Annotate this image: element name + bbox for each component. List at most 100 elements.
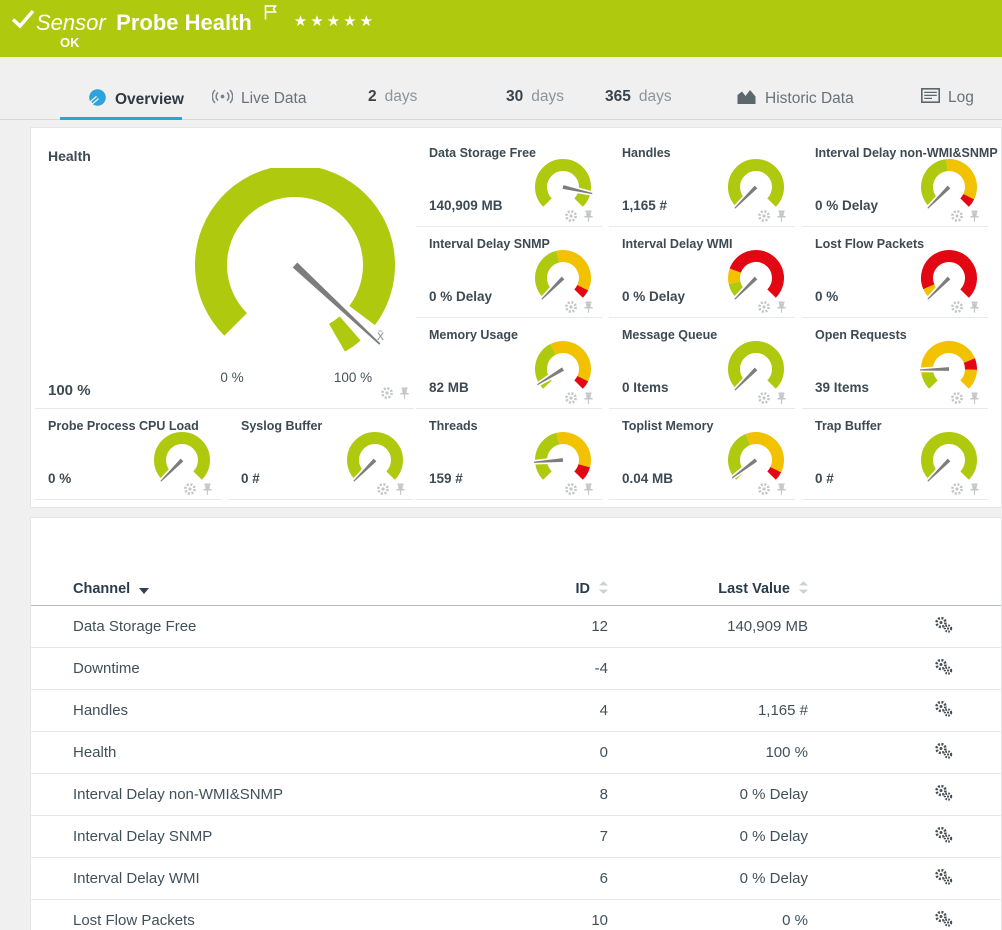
- channel-settings-gear-icon[interactable]: [933, 867, 954, 890]
- channel-settings-gear-icon[interactable]: [933, 825, 954, 848]
- gauge-title: Lost Flow Packets: [815, 237, 924, 251]
- gauge-value: 39 Items: [815, 380, 869, 395]
- sensor-header: Sensor Probe Health ★★★★★ OK: [0, 0, 1002, 57]
- tab-label: Log: [948, 89, 974, 107]
- tab-log[interactable]: Log: [921, 88, 974, 108]
- gauge-value: 0 % Delay: [815, 198, 878, 213]
- gauge-dial: [727, 338, 787, 398]
- channel-id: 8: [533, 786, 608, 803]
- gauge-title: Threads: [429, 419, 478, 433]
- gauge-actions[interactable]: [757, 482, 787, 496]
- gauge-value: 0 #: [241, 471, 260, 486]
- column-header-channel[interactable]: Channel: [31, 581, 533, 598]
- channel-id: -4: [533, 660, 608, 677]
- channel-id: 4: [533, 702, 608, 719]
- channel-name[interactable]: Interval Delay non-WMI&SNMP: [31, 786, 533, 803]
- gauge-actions[interactable]: [757, 391, 787, 405]
- gauge-actions[interactable]: [950, 209, 980, 223]
- channel-name[interactable]: Downtime: [31, 660, 533, 677]
- gauge-actions[interactable]: [757, 300, 787, 314]
- table-row: Interval Delay non-WMI&SNMP80 % Delay: [31, 774, 1001, 816]
- gauge-value: 100 %: [48, 382, 91, 399]
- table-row: Handles41,165 #: [31, 690, 1001, 732]
- channel-settings-gear-icon[interactable]: [933, 699, 954, 722]
- gauge-value: 0 %: [815, 289, 838, 304]
- gauge-value: 0 #: [815, 471, 834, 486]
- tab-365-days[interactable]: 365 days: [605, 88, 672, 106]
- gauge-value: 159 #: [429, 471, 463, 486]
- tab-label: Live Data: [241, 90, 306, 108]
- gauge-value: 140,909 MB: [429, 198, 503, 213]
- gauge-value: 0 Items: [622, 380, 669, 395]
- gauge-dial: [153, 429, 213, 489]
- gauge-actions[interactable]: [950, 482, 980, 496]
- tab-overview[interactable]: Overview: [88, 88, 184, 112]
- channel-name[interactable]: Health: [31, 744, 533, 761]
- priority-stars[interactable]: ★★★★★: [294, 13, 376, 30]
- sort-toggle-icon: [599, 581, 608, 598]
- channel-settings-gear-icon[interactable]: [933, 741, 954, 764]
- table-row: Downtime-4: [31, 648, 1001, 690]
- gauge-card-interval-delay-wmi: Interval Delay WMI0 % Delay: [609, 227, 795, 318]
- tab-live-data[interactable]: Live Data: [212, 88, 306, 110]
- gauge-title: Memory Usage: [429, 328, 518, 342]
- gauge-actions[interactable]: [564, 209, 594, 223]
- table-row: Data Storage Free12140,909 MB: [31, 606, 1001, 648]
- gauge-dial: [534, 156, 594, 216]
- gauge-title: Interval Delay WMI: [622, 237, 732, 251]
- channel-settings-gear-icon[interactable]: [933, 657, 954, 680]
- column-header-id[interactable]: ID: [533, 581, 608, 598]
- gauge-actions[interactable]: [950, 391, 980, 405]
- channel-name[interactable]: Handles: [31, 702, 533, 719]
- channel-last-value: 140,909 MB: [608, 618, 808, 635]
- channel-name[interactable]: Interval Delay WMI: [31, 870, 533, 887]
- channel-settings-gear-icon[interactable]: [933, 615, 954, 638]
- gauge-actions[interactable]: [564, 391, 594, 405]
- gauge-value: 82 MB: [429, 380, 469, 395]
- status-badge: OK: [60, 35, 80, 50]
- gauge-dial: [534, 247, 594, 307]
- column-header-last-value[interactable]: Last Value: [608, 581, 808, 598]
- health-gauge: x̄: [110, 168, 430, 383]
- gauge-title: Health: [48, 148, 91, 164]
- channel-name[interactable]: Interval Delay SNMP: [31, 828, 533, 845]
- gauge-card-data-storage-free: Data Storage Free140,909 MB: [416, 136, 602, 227]
- gauge-card-probe-process-cpu-load: Probe Process CPU Load0 %: [35, 409, 221, 500]
- gauge-actions[interactable]: [757, 209, 787, 223]
- tab-historic-data[interactable]: Historic Data: [736, 88, 854, 110]
- channel-name[interactable]: Data Storage Free: [31, 618, 533, 635]
- gauge-value: 0.04 MB: [622, 471, 673, 486]
- gauge-actions[interactable]: [183, 482, 213, 496]
- channel-settings-gear-icon[interactable]: [933, 783, 954, 806]
- gauge-dial: [920, 156, 980, 216]
- channels-table-panel: Channel ID Last Value: [30, 517, 1002, 930]
- table-header-row: Channel ID Last Value: [31, 574, 1001, 606]
- gauge-card-toplist-memory: Toplist Memory0.04 MB: [609, 409, 795, 500]
- flag-icon[interactable]: [264, 4, 277, 25]
- channel-id: 6: [533, 870, 608, 887]
- tab-bar: Overview Live Data 2 days 30 days 365 da…: [0, 57, 1002, 120]
- gauge-title: Syslog Buffer: [241, 419, 322, 433]
- gauge-actions[interactable]: [564, 482, 594, 496]
- gauge-max-label: 100 %: [323, 370, 383, 385]
- gauge-dial: [920, 247, 980, 307]
- channel-name[interactable]: Lost Flow Packets: [31, 912, 533, 929]
- channel-settings-gear-icon[interactable]: [933, 909, 954, 930]
- gauge-title: Handles: [622, 146, 671, 160]
- table-row: Lost Flow Packets100 %: [31, 900, 1001, 930]
- gauge-card-lost-flow-packets: Lost Flow Packets 0 %: [802, 227, 988, 318]
- channel-last-value: 0 % Delay: [608, 786, 808, 803]
- channel-id: 12: [533, 618, 608, 635]
- sort-toggle-icon: [799, 581, 808, 598]
- gauge-value: 1,165 #: [622, 198, 667, 213]
- tab-30-days[interactable]: 30 days: [506, 88, 564, 106]
- gauge-actions[interactable]: [376, 482, 406, 496]
- gauge-actions[interactable]: [564, 300, 594, 314]
- gauge-value: 0 % Delay: [429, 289, 492, 304]
- gauge-actions[interactable]: [950, 300, 980, 314]
- channel-last-value: 1,165 #: [608, 702, 808, 719]
- gauge-actions[interactable]: [380, 386, 410, 400]
- channel-last-value: 100 %: [608, 744, 808, 761]
- tab-2-days[interactable]: 2 days: [368, 88, 417, 106]
- gauge-card-syslog-buffer: Syslog Buffer 0 #: [228, 409, 414, 500]
